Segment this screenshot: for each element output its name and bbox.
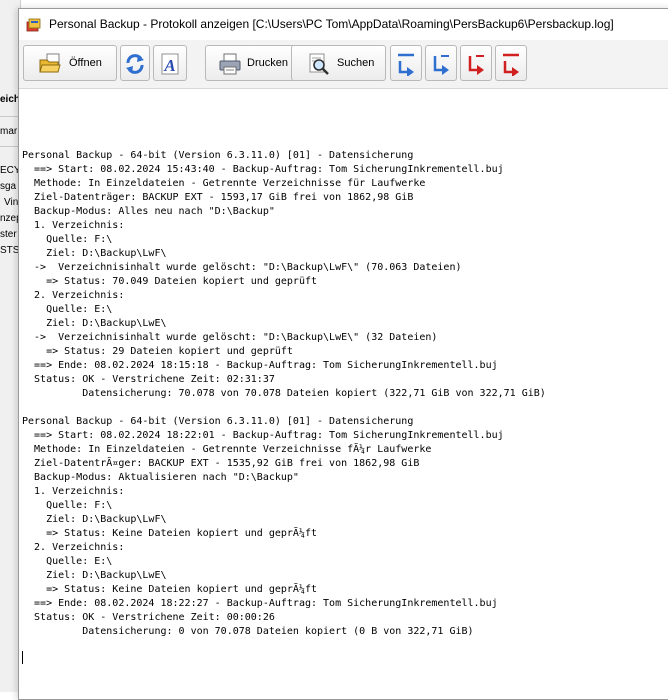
log-line: Quelle: E:\ [22,556,113,567]
text-cursor [22,651,23,664]
log-line: Datensicherung: 70.078 von 70.078 Dateie… [22,388,546,399]
personal-backup-app-icon [26,18,41,32]
log-line: Quelle: E:\ [22,304,113,315]
log-line: Ziel: D:\Backup\LwE\ [22,318,167,329]
go-previous-button[interactable] [425,45,457,81]
background-window-fragment: Vin [4,197,19,208]
search-icon [309,53,329,75]
background-window-fragment: eich [0,94,21,105]
log-line: Backup-Modus: Alles neu nach "D:\Backup" [22,206,275,217]
log-line: Quelle: F:\ [22,500,113,511]
go-last-icon [503,53,519,76]
log-line: ==> Start: 08.02.2024 15:43:40 - Backup-… [22,164,504,175]
log-line: Quelle: F:\ [22,234,113,245]
log-line: Status: OK - Verstrichene Zeit: 02:31:37 [22,374,275,385]
open-button-label: Öffnen [69,57,102,69]
log-line: Ziel: D:\Backup\LwE\ [22,570,167,581]
log-line: Ziel-Datenträger: BACKUP EXT - 1593,17 G… [22,192,414,203]
search-button-label: Suchen [337,57,375,69]
background-window-fragment: ster [0,229,17,240]
log-viewer-window: Personal Backup - Protokoll anzeigen [C:… [18,8,668,700]
log-line: 1. Verzeichnis: [22,486,125,497]
log-line: 2. Verzeichnis: [22,290,125,301]
background-window-divider [0,146,20,147]
background-window-divider [0,116,20,117]
font-icon: A [161,53,179,75]
log-line: 2. Verzeichnis: [22,542,125,553]
printer-icon [219,53,241,75]
go-first-icon [398,53,414,76]
search-button[interactable]: Suchen [291,45,386,81]
log-line: Datensicherung: 0 von 70.078 Dateien kop… [22,626,474,637]
log-line: -> Verzeichnisinhalt wurde gelöscht: "D:… [22,262,462,273]
log-line: ==> Ende: 08.02.2024 18:15:18 - Backup-A… [22,360,498,371]
log-line: Ziel: D:\Backup\LwF\ [22,514,167,525]
go-next-button[interactable] [460,45,492,81]
log-line: => Status: Keine Dateien kopiert und gep… [22,584,318,595]
log-content: Personal Backup - 64-bit (Version 6.3.11… [22,149,546,639]
log-text-area[interactable]: Personal Backup - 64-bit (Version 6.3.11… [19,89,668,699]
log-line: => Status: 70.049 Dateien kopiert und ge… [22,276,318,287]
print-button-label: Drucken [247,57,288,69]
log-line: => Status: Keine Dateien kopiert und gep… [22,528,318,539]
go-previous-icon [433,55,449,75]
log-line: -> Verzeichnisinhalt wurde gelöscht: "D:… [22,332,438,343]
window-title: Personal Backup - Protokoll anzeigen [C:… [49,17,614,31]
refresh-icon [126,54,144,74]
background-window-fragment: STS [0,245,20,256]
go-last-button[interactable] [495,45,527,81]
background-window-fragment: sga [0,181,17,192]
font-button[interactable]: A [153,45,187,81]
open-button[interactable]: Öffnen [23,45,117,81]
refresh-button[interactable] [120,45,150,81]
open-folder-icon [39,53,61,73]
title-bar[interactable]: Personal Backup - Protokoll anzeigen [C:… [19,9,668,39]
log-line: Ziel: D:\Backup\LwF\ [22,248,167,259]
log-line: Personal Backup - 64-bit (Version 6.3.11… [22,416,414,427]
log-line: 1. Verzeichnis: [22,220,125,231]
log-line: ==> Start: 08.02.2024 18:22:01 - Backup-… [22,430,504,441]
log-line: Ziel-DatentrÃ¤ger: BACKUP EXT - 1535,92 … [22,458,420,469]
log-line: Status: OK - Verstrichene Zeit: 00:00:26 [22,612,275,623]
go-next-icon [468,55,484,75]
svg-text:A: A [163,56,175,75]
print-button[interactable]: Drucken [205,45,303,81]
log-line: Backup-Modus: Aktualisieren nach "D:\Bac… [22,472,299,483]
go-first-button[interactable] [390,45,422,81]
background-window-fragment: mar [0,126,18,137]
log-line: Methode: In Einzeldateien - Getrennte Ve… [22,444,432,455]
log-line: => Status: 29 Dateien kopiert und geprüf… [22,346,293,357]
log-line: Personal Backup - 64-bit (Version 6.3.11… [22,150,414,161]
log-line: ==> Ende: 08.02.2024 18:22:27 - Backup-A… [22,598,498,609]
toolbar: Öffnen A Drucken Suchen [19,40,668,89]
log-line: Methode: In Einzeldateien - Getrennte Ve… [22,178,426,189]
